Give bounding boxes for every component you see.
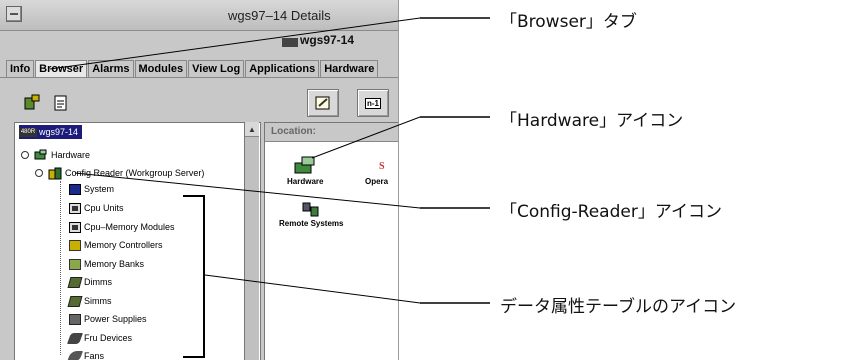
tab-hardware[interactable]: Hardware	[320, 60, 379, 77]
tab-divider	[0, 77, 398, 78]
config-reader-icon	[48, 167, 62, 179]
host-logo-icon	[282, 38, 298, 47]
callout-data-table-icons: データ属性テーブルのアイコン	[500, 297, 737, 317]
tab-alarms[interactable]: Alarms	[88, 60, 134, 77]
tree-item-power-supplies[interactable]: Power Supplies	[69, 311, 147, 327]
title-bar[interactable]: wgs97–14 Details	[0, 0, 398, 31]
tree-scrollbar[interactable]: ▲	[244, 122, 259, 360]
tree-item-fru-devices[interactable]: Fru Devices	[66, 330, 133, 346]
scroll-up-arrow-icon[interactable]: ▲	[245, 122, 259, 137]
dimm-icon	[67, 276, 83, 288]
tree-label: Memory Banks	[84, 259, 145, 269]
tree-label: Simms	[84, 296, 112, 306]
tab-applications[interactable]: Applications	[245, 60, 320, 77]
tree-item-fans[interactable]: Fans	[66, 348, 105, 360]
system-icon	[69, 183, 81, 195]
tree-item-memory-banks[interactable]: Memory Banks	[69, 256, 144, 272]
host-name: wgs97-14	[300, 33, 355, 47]
tree-label-hardware: Hardware	[51, 150, 91, 160]
cpu-memory-icon	[69, 221, 81, 233]
tree-view-icon	[24, 94, 40, 110]
tree-pane: 480R wgs97-14 Hardware Config Reader (Wo…	[14, 122, 261, 360]
document-icon	[54, 95, 67, 111]
icon-label-remote-systems: Remote Systems	[279, 219, 344, 228]
hardware-icon	[34, 149, 47, 160]
tree-node-hardware[interactable]: Hardware	[21, 147, 90, 163]
tab-info[interactable]: Info	[6, 60, 35, 77]
tree-label: System	[84, 184, 115, 194]
fan-icon	[66, 350, 84, 360]
hardware-icon	[294, 156, 315, 174]
properties-button[interactable]	[50, 93, 72, 113]
memory-bank-icon	[69, 258, 81, 270]
icon-label-hardware: Hardware	[287, 177, 324, 186]
power-supply-icon	[69, 313, 81, 325]
window-menu-button[interactable]	[6, 6, 22, 22]
expander-icon[interactable]	[21, 151, 29, 159]
remote-systems-icon	[302, 202, 319, 217]
tree-item-dimms[interactable]: Dimms	[67, 274, 112, 290]
location-label: Location:	[271, 126, 316, 137]
tree-view-button[interactable]	[22, 93, 44, 113]
tree-guide-line	[60, 181, 61, 355]
tab-browser[interactable]: Browser	[35, 60, 88, 77]
edit-note-icon	[315, 96, 330, 110]
fru-device-icon	[66, 332, 84, 344]
tree-label: Power Supplies	[84, 314, 147, 324]
callout-hardware-icon: 「Hardware」アイコン	[500, 111, 684, 131]
tree-root-label: wgs97-14	[39, 127, 79, 137]
tree-item-memory-controllers[interactable]: Memory Controllers	[69, 237, 163, 253]
data-table-bracket	[183, 195, 205, 358]
tab-bar: Info Browser Alarms Modules View Log App…	[6, 60, 379, 78]
tree-label: Cpu–Memory Modules	[84, 222, 175, 232]
callout-browser-tab: 「Browser」タブ	[500, 12, 637, 32]
location-bar: Location:	[265, 123, 398, 142]
navigate-up-button[interactable]: n-1	[357, 89, 389, 117]
tree-node-config-reader[interactable]: Config Reader (Workgroup Server)	[35, 165, 204, 181]
memory-controller-icon	[69, 239, 81, 251]
browser-content-pane: Location: Hardware S Opera Remote System…	[264, 122, 398, 360]
n-1-label: n-1	[365, 97, 381, 109]
edit-button[interactable]	[307, 89, 339, 117]
simm-icon	[67, 295, 83, 307]
tab-view-log[interactable]: View Log	[188, 60, 245, 77]
tree-item-cpu-memory-modules[interactable]: Cpu–Memory Modules	[69, 219, 175, 235]
tree-label: Dimms	[84, 277, 112, 287]
tree-item-system[interactable]: System	[69, 181, 114, 197]
tree-label: Cpu Units	[84, 203, 124, 213]
callout-config-reader-icon: 「Config-Reader」アイコン	[500, 202, 722, 222]
remote-systems-browser-icon[interactable]: Remote Systems	[279, 201, 343, 228]
svg-text:S: S	[379, 161, 385, 172]
window-title: wgs97–14 Details	[228, 8, 331, 23]
tree-root-host[interactable]: 480R wgs97-14	[19, 125, 83, 139]
operating-system-icon: S	[379, 161, 385, 172]
tree-label: Fru Devices	[84, 333, 133, 343]
tree-item-simms[interactable]: Simms	[67, 293, 112, 309]
tree-label-config-reader: Config Reader (Workgroup Server)	[65, 168, 205, 178]
icon-label-opera: Opera	[365, 177, 389, 186]
tree-label: Fans	[84, 351, 105, 360]
tree-item-cpu-units[interactable]: Cpu Units	[69, 200, 124, 216]
host-badge: 480R	[19, 127, 37, 137]
hardware-browser-icon[interactable]: Hardware	[287, 155, 323, 186]
tab-modules[interactable]: Modules	[134, 60, 188, 77]
operating-system-browser-icon[interactable]: S Opera	[365, 155, 388, 186]
expander-icon[interactable]	[35, 169, 43, 177]
cpu-icon	[69, 202, 81, 214]
tree-label: Memory Controllers	[84, 240, 163, 250]
